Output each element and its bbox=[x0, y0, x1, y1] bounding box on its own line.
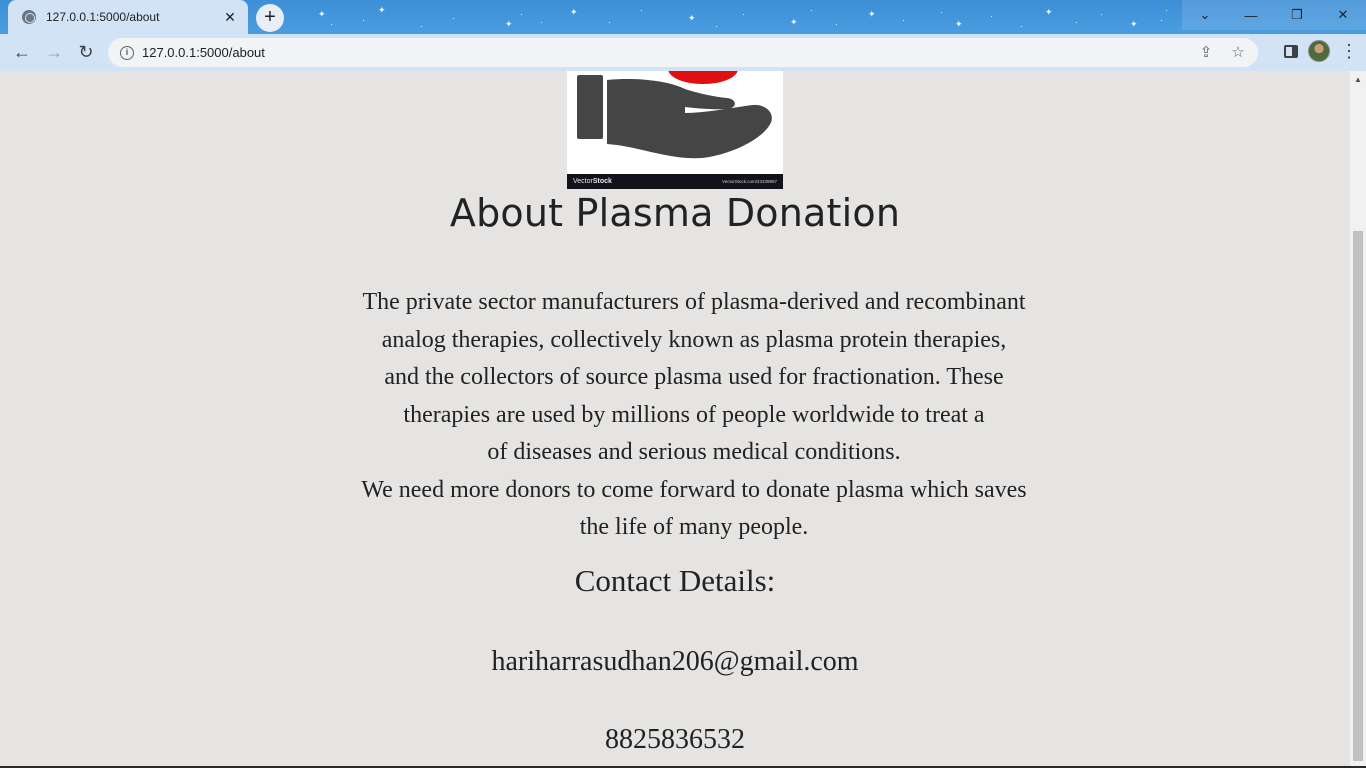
profile-avatar[interactable] bbox=[1308, 40, 1330, 62]
star-decoration: · bbox=[520, 9, 523, 19]
tab-search-button[interactable]: ⌄ bbox=[1182, 0, 1228, 30]
star-decoration: · bbox=[715, 21, 718, 31]
image-watermark-strip: VectorStock VectorStock.com/23339957 bbox=[567, 174, 783, 189]
star-decoration: · bbox=[362, 15, 365, 25]
about-paragraph: The private sector manufacturers of plas… bbox=[345, 284, 1043, 547]
url-text[interactable]: 127.0.0.1:5000/about bbox=[142, 45, 265, 60]
star-decoration: ✦ bbox=[378, 5, 386, 15]
hand-blood-drop-illustration bbox=[577, 71, 772, 159]
title-bar: ✦ · · ✦ · · ✦ · · ✦ · · ✦ · · ✦ · · ✦ · · ✦ · · ✦ · · ✦ · · 127.0.0.1… bbox=[0, 0, 1366, 34]
star-decoration: ✦ bbox=[570, 7, 578, 17]
star-decoration: · bbox=[1165, 5, 1168, 15]
site-info-icon[interactable]: i bbox=[120, 45, 134, 60]
globe-icon bbox=[22, 10, 36, 24]
star-decoration: · bbox=[540, 17, 543, 27]
address-bar[interactable]: i 127.0.0.1:5000/about ⇪ ☆ bbox=[108, 38, 1258, 67]
paragraph-line: analog therapies, collectively known as … bbox=[381, 326, 1007, 353]
paragraph-line: the life of many people. bbox=[579, 514, 809, 540]
star-decoration: ✦ bbox=[868, 9, 876, 19]
star-decoration: ✦ bbox=[688, 13, 696, 23]
star-decoration: · bbox=[940, 7, 943, 17]
star-decoration: · bbox=[1020, 21, 1023, 31]
star-decoration: ✦ bbox=[318, 9, 326, 19]
star-decoration: · bbox=[452, 13, 455, 23]
star-decoration: · bbox=[420, 21, 423, 31]
share-icon[interactable]: ⇪ bbox=[1194, 41, 1218, 65]
close-window-button[interactable]: ✕ bbox=[1320, 0, 1366, 30]
back-button[interactable]: ← bbox=[6, 36, 38, 68]
reload-button[interactable]: ↻ bbox=[70, 36, 102, 68]
star-decoration: ✦ bbox=[955, 19, 963, 29]
scroll-thumb[interactable] bbox=[1353, 231, 1363, 761]
forward-button[interactable]: → bbox=[38, 36, 70, 68]
image-reference: VectorStock.com/23339957 bbox=[721, 179, 777, 184]
new-tab-button[interactable]: + bbox=[256, 4, 284, 32]
star-decoration: ✦ bbox=[1130, 19, 1138, 29]
close-tab-icon[interactable]: ✕ bbox=[222, 9, 238, 26]
star-decoration: · bbox=[330, 19, 333, 29]
star-decoration: · bbox=[608, 17, 611, 27]
tab-title: 127.0.0.1:5000/about bbox=[46, 10, 160, 24]
star-decoration: · bbox=[810, 5, 813, 15]
star-decoration: ✦ bbox=[790, 17, 798, 27]
vertical-scrollbar[interactable]: ▲ bbox=[1350, 71, 1366, 768]
paragraph-line: We need more donors to come forward to d… bbox=[361, 476, 1027, 503]
bookmark-star-icon[interactable]: ☆ bbox=[1226, 41, 1250, 65]
browser-toolbar: ← → ↻ i 127.0.0.1:5000/about ⇪ ☆ ⋮ bbox=[0, 34, 1366, 71]
paragraph-line: and the collectors of source plasma used… bbox=[384, 364, 1004, 390]
contact-heading: Contact Details: bbox=[574, 563, 776, 598]
active-tab[interactable]: 127.0.0.1:5000/about ✕ bbox=[8, 0, 248, 34]
page-heading: About Plasma Donation bbox=[449, 191, 901, 235]
plasma-donation-image: VectorStock VectorStock.com/23339957 bbox=[567, 71, 783, 189]
page-viewport: VectorStock VectorStock.com/23339957 Abo… bbox=[0, 71, 1350, 768]
paragraph-line: of diseases and serious medical conditio… bbox=[487, 439, 901, 465]
window-controls: ⌄ — ❐ ✕ bbox=[1182, 0, 1366, 30]
contact-phone: 8825836532 bbox=[605, 724, 745, 755]
star-decoration: · bbox=[742, 9, 745, 19]
vectorstock-logo: VectorStock bbox=[573, 178, 612, 185]
browser-menu-icon[interactable]: ⋮ bbox=[1340, 36, 1358, 66]
star-decoration: · bbox=[990, 11, 993, 21]
paragraph-line: therapies are used by millions of people… bbox=[403, 401, 985, 428]
contact-email: hariharrasudhan206@gmail.com bbox=[491, 646, 859, 677]
star-decoration: · bbox=[1075, 17, 1078, 27]
star-decoration: · bbox=[1100, 9, 1103, 19]
paragraph-line: The private sector manufacturers of plas… bbox=[362, 289, 1026, 315]
minimize-button[interactable]: — bbox=[1228, 0, 1274, 30]
restore-button[interactable]: ❐ bbox=[1274, 0, 1320, 30]
star-decoration: ✦ bbox=[1045, 7, 1053, 17]
side-panel-icon[interactable] bbox=[1284, 44, 1298, 58]
star-decoration: ✦ bbox=[505, 19, 513, 29]
star-decoration: · bbox=[835, 19, 838, 29]
star-decoration: · bbox=[640, 5, 643, 15]
star-decoration: · bbox=[902, 15, 905, 25]
scroll-up-arrow-icon[interactable]: ▲ bbox=[1354, 75, 1362, 84]
star-decoration: · bbox=[1160, 15, 1163, 25]
